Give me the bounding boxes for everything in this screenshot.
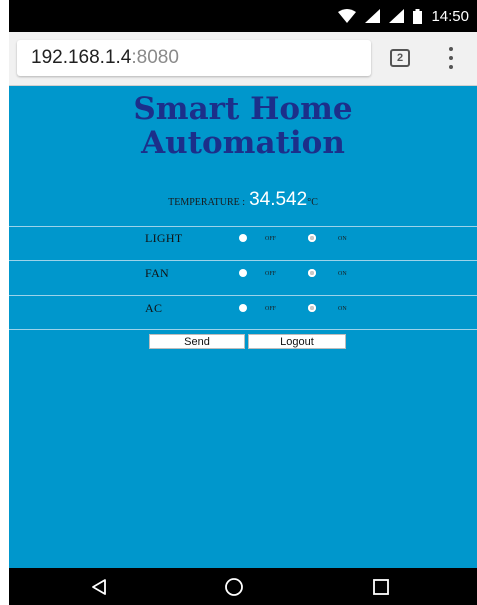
page-title: Smart Home Automation (9, 92, 477, 160)
light-off-label: OFF (265, 236, 277, 242)
page-content: Smart Home Automation TEMPERATURE : 34.5… (9, 86, 477, 568)
fan-on-label: ON (338, 271, 347, 277)
ac-on-radio[interactable] (308, 304, 316, 312)
url-bar[interactable]: 192.168.1.4:8080 (17, 40, 371, 76)
status-bar: 14:50 (9, 0, 477, 32)
ac-on-label: ON (338, 306, 347, 312)
light-on-radio[interactable] (308, 234, 316, 242)
tab-count: 2 (396, 52, 404, 64)
light-off-radio[interactable] (239, 234, 247, 242)
overflow-menu-icon[interactable] (446, 47, 456, 69)
device-name: AC (145, 301, 163, 315)
device-row-light: LIGHT OFF ON (9, 231, 477, 251)
phone-screen: 14:50 192.168.1.4:8080 2 Smart Home Auto… (9, 0, 477, 605)
browser-toolbar: 192.168.1.4:8080 2 (9, 32, 477, 86)
system-nav-bar (9, 568, 477, 605)
signal-icon (389, 9, 405, 23)
device-name: LIGHT (145, 231, 183, 245)
url-host: 192.168.1.4 (31, 47, 132, 68)
divider (9, 226, 477, 227)
fan-on-radio[interactable] (308, 269, 316, 277)
signal-icon (365, 9, 381, 23)
temperature-unit: °C (307, 197, 318, 208)
home-icon[interactable] (214, 568, 254, 605)
title-line-1: Smart Home (133, 91, 353, 127)
fan-off-label: OFF (265, 271, 277, 277)
url-port: :8080 (131, 47, 179, 68)
device-name: FAN (145, 266, 170, 280)
status-icons: 14:50 (338, 0, 469, 32)
title-line-2: Automation (141, 125, 345, 161)
fan-off-radio[interactable] (239, 269, 247, 277)
light-on-label: ON (338, 236, 347, 242)
device-row-fan: FAN OFF ON (9, 266, 477, 286)
temperature-value: 34.542 (249, 189, 308, 210)
wifi-icon (338, 9, 357, 23)
divider (9, 329, 477, 330)
recents-icon[interactable] (361, 568, 401, 605)
battery-icon (413, 8, 423, 24)
send-button[interactable]: Send (149, 334, 245, 349)
divider (9, 295, 477, 296)
device-row-ac: AC OFF ON (9, 301, 477, 321)
back-icon[interactable] (79, 568, 119, 605)
temperature-label: TEMPERATURE : (168, 197, 246, 208)
status-time: 14:50 (431, 7, 469, 25)
temperature-row: TEMPERATURE : 34.542°C (9, 189, 477, 211)
tab-switcher-button[interactable]: 2 (390, 49, 410, 67)
ac-off-radio[interactable] (239, 304, 247, 312)
logout-button[interactable]: Logout (248, 334, 346, 349)
ac-off-label: OFF (265, 306, 277, 312)
action-buttons: Send Logout (149, 334, 346, 349)
divider (9, 260, 477, 261)
